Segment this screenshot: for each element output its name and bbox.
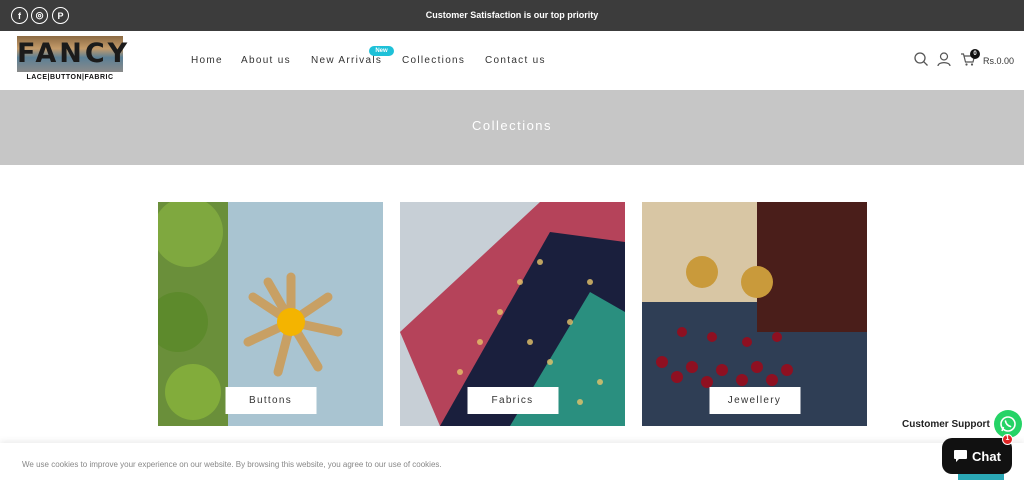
nav-collections[interactable]: Collections (402, 55, 465, 66)
whatsapp-icon (1000, 416, 1016, 432)
nav-contact-us[interactable]: Contact us (485, 55, 546, 66)
chat-notification-badge: 1 (1002, 434, 1013, 445)
announcement-text: Customer Satisfaction is our top priorit… (425, 10, 599, 20)
cart-count-badge: 0 (970, 49, 980, 59)
cookie-banner: We use cookies to improve your experienc… (0, 443, 1024, 486)
collection-label[interactable]: Buttons (225, 387, 316, 414)
collection-card-buttons[interactable]: Buttons (158, 202, 383, 426)
top-bar: f ◎ P Customer Satisfaction is our top p… (0, 0, 1024, 31)
chat-button[interactable]: Chat (942, 438, 1012, 474)
nav-new-arrivals[interactable]: New Arrivals (311, 55, 382, 66)
nav-about-us[interactable]: About us (241, 55, 291, 66)
account-icon[interactable] (936, 51, 952, 67)
page-banner: Collections (0, 90, 1024, 165)
collection-label[interactable]: Fabrics (467, 387, 558, 414)
nav-home[interactable]: Home (191, 55, 223, 66)
chat-label: Chat (972, 448, 1001, 464)
collection-card-jewellery[interactable]: Jewellery (642, 202, 867, 426)
page-title: Collections (471, 118, 553, 133)
logo-subtitle: LACE|BUTTON|FABRIC (26, 74, 114, 81)
site-header: FANCY LACE|BUTTON|FABRIC Home About us N… (0, 31, 1024, 90)
logo-title: FANCY (17, 38, 131, 69)
collection-card-fabrics[interactable]: Fabrics (400, 202, 625, 426)
collection-label[interactable]: Jewellery (709, 387, 800, 414)
new-badge: New (369, 46, 394, 56)
cookie-text: We use cookies to improve your experienc… (22, 460, 442, 469)
site-logo[interactable]: FANCY LACE|BUTTON|FABRIC (17, 36, 131, 84)
search-icon[interactable] (913, 51, 929, 67)
customer-support-label: Customer Support (902, 419, 990, 430)
cart-total[interactable]: Rs.0.00 (983, 56, 1014, 66)
chat-bubble-icon (954, 450, 968, 462)
